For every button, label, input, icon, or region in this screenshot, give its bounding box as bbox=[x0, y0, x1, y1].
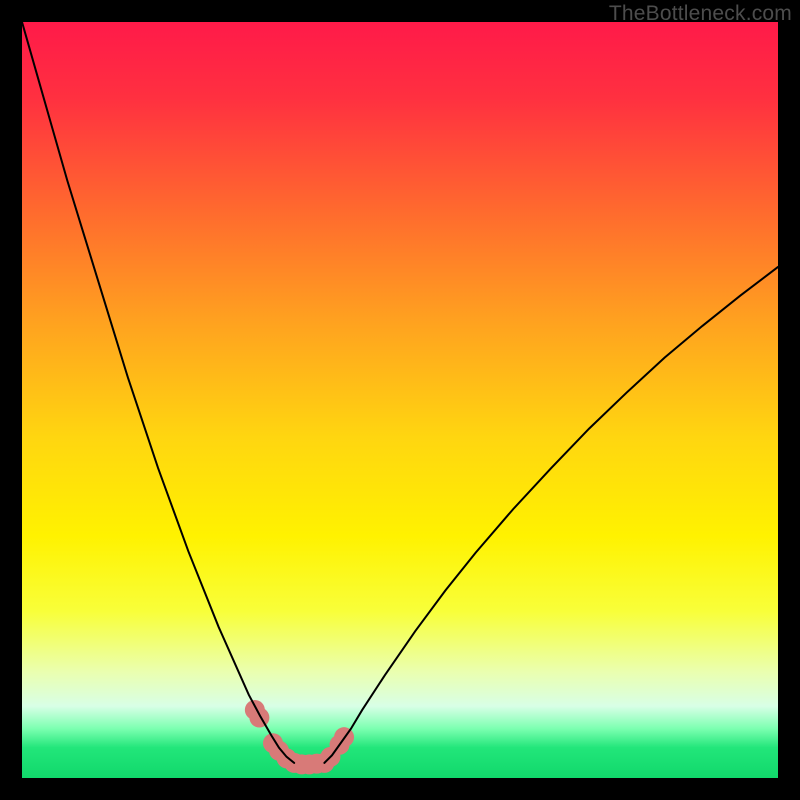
chart-svg bbox=[22, 22, 778, 778]
marker-dot bbox=[249, 708, 269, 728]
plot-area bbox=[22, 22, 778, 778]
outer-frame: TheBottleneck.com bbox=[0, 0, 800, 800]
